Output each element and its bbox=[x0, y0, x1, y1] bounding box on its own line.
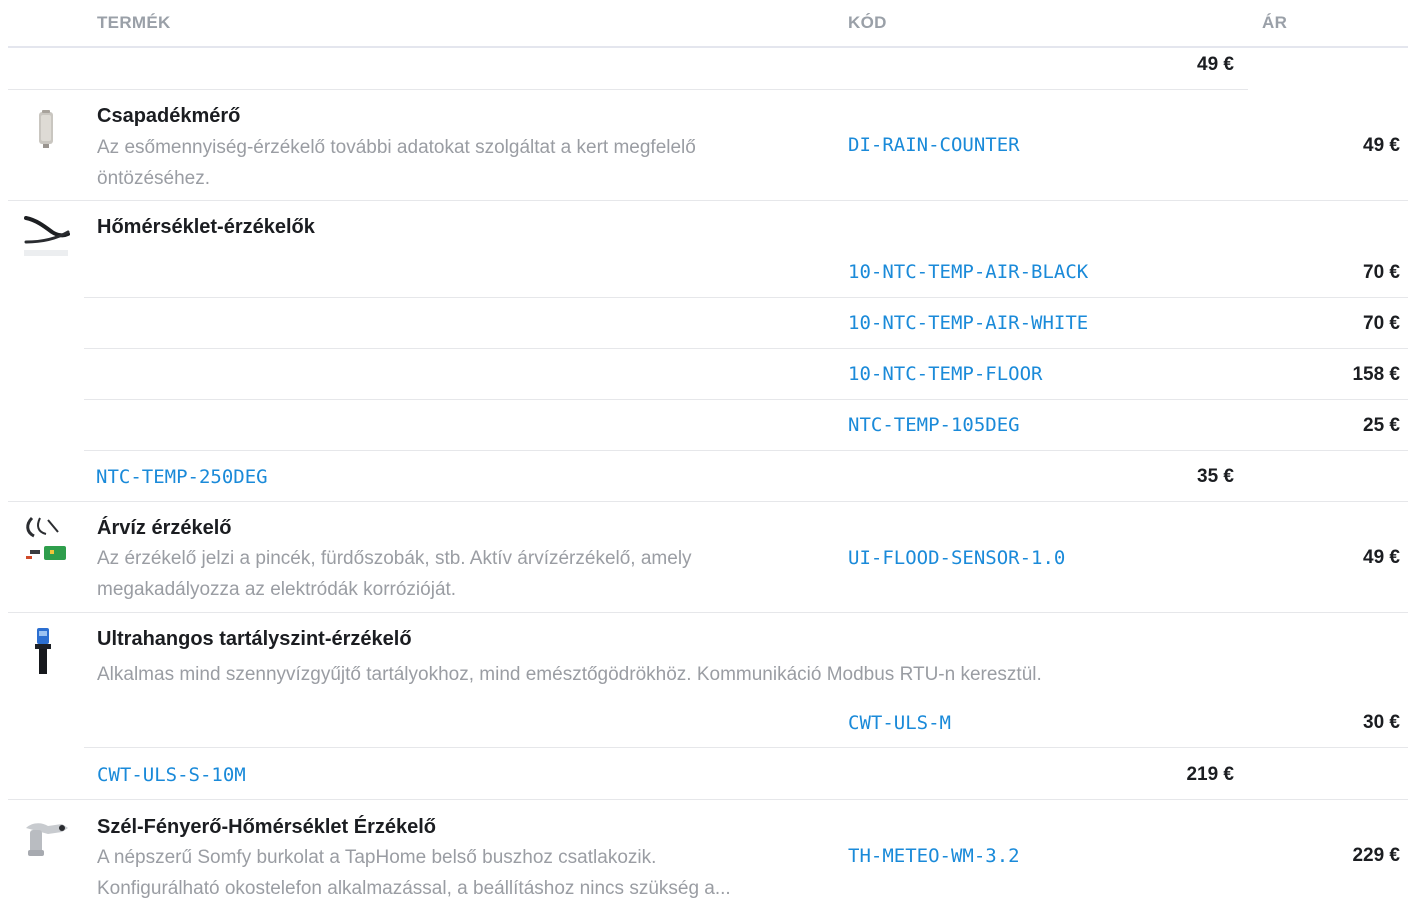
price: 49 € bbox=[1197, 54, 1234, 75]
row-divider bbox=[8, 612, 1408, 613]
product-name[interactable]: Ultrahangos tartályszint-érzékelő bbox=[97, 628, 412, 651]
product-code-link[interactable]: NTC-TEMP-250DEG bbox=[96, 466, 268, 488]
product-code-link[interactable]: CWT-ULS-M bbox=[848, 712, 951, 734]
price: 30 € bbox=[1363, 712, 1400, 733]
weather-station-icon bbox=[22, 814, 70, 862]
price: 70 € bbox=[1363, 313, 1400, 334]
column-header-price: ÁR bbox=[1262, 13, 1288, 32]
description-line: Az esőmennyiség-érzékelő további adatoka… bbox=[97, 137, 696, 158]
product-code-link[interactable]: UI-FLOOD-SENSOR-1.0 bbox=[848, 547, 1065, 569]
row-divider bbox=[84, 297, 1408, 298]
product-name[interactable]: Árvíz érzékelő bbox=[97, 517, 232, 540]
price: 229 € bbox=[1352, 845, 1400, 866]
price: 49 € bbox=[1363, 547, 1400, 568]
row-divider bbox=[84, 348, 1408, 349]
row-divider bbox=[8, 501, 1408, 502]
column-header-product: TERMÉK bbox=[97, 13, 171, 32]
product-name[interactable]: Szél-Fényerő-Hőmérséklet Érzékelő bbox=[97, 816, 436, 839]
price: 70 € bbox=[1363, 262, 1400, 283]
column-header-code: KÓD bbox=[848, 13, 887, 32]
product-code-link[interactable]: 10-NTC-TEMP-AIR-WHITE bbox=[848, 312, 1088, 334]
row-divider bbox=[8, 799, 1408, 800]
price: 49 € bbox=[1363, 135, 1400, 156]
header-divider bbox=[8, 46, 1408, 48]
product-code-link[interactable]: 10-NTC-TEMP-FLOOR bbox=[848, 363, 1042, 385]
ultrasonic-sensor-icon bbox=[22, 626, 70, 674]
product-description: A népszerű Somfy burkolat a TapHome bels… bbox=[97, 842, 731, 904]
description-line: öntözéséhez. bbox=[97, 168, 211, 189]
description-line: A népszerű Somfy burkolat a TapHome bels… bbox=[97, 847, 657, 868]
product-description: Alkalmas mind szennyvízgyűjtő tartályokh… bbox=[97, 664, 1042, 685]
row-divider bbox=[84, 399, 1408, 400]
temperature-probe-icon bbox=[22, 214, 70, 262]
product-code-link[interactable]: DI-RAIN-COUNTER bbox=[848, 134, 1020, 156]
price: 158 € bbox=[1352, 364, 1400, 385]
product-description: Az érzékelő jelzi a pincék, fürdőszobák,… bbox=[97, 543, 692, 605]
description-line: Az érzékelő jelzi a pincék, fürdőszobák,… bbox=[97, 548, 692, 569]
product-name[interactable]: Hőmérséklet-érzékelők bbox=[97, 216, 315, 239]
product-code-link[interactable]: CWT-ULS-S-10M bbox=[97, 764, 246, 786]
row-divider bbox=[84, 450, 1408, 451]
rain-gauge-icon bbox=[22, 106, 70, 154]
price: 35 € bbox=[1197, 466, 1234, 487]
row-divider bbox=[84, 747, 1408, 748]
product-code-link[interactable]: 10-NTC-TEMP-AIR-BLACK bbox=[848, 261, 1088, 283]
flood-sensor-icon bbox=[22, 516, 70, 564]
row-divider bbox=[8, 89, 1248, 90]
row-divider bbox=[8, 200, 1408, 201]
product-code-link[interactable]: NTC-TEMP-105DEG bbox=[848, 414, 1020, 436]
description-line: Konfigurálható okostelefon alkalmazással… bbox=[97, 878, 731, 899]
price: 25 € bbox=[1363, 415, 1400, 436]
product-description: Az esőmennyiség-érzékelő további adatoka… bbox=[97, 132, 696, 194]
product-code-link[interactable]: TH-METEO-WM-3.2 bbox=[848, 845, 1020, 867]
description-line: megakadályozza az elektródák korrózióját… bbox=[97, 579, 457, 600]
price: 219 € bbox=[1186, 764, 1234, 785]
product-name[interactable]: Csapadékmérő bbox=[97, 105, 240, 128]
